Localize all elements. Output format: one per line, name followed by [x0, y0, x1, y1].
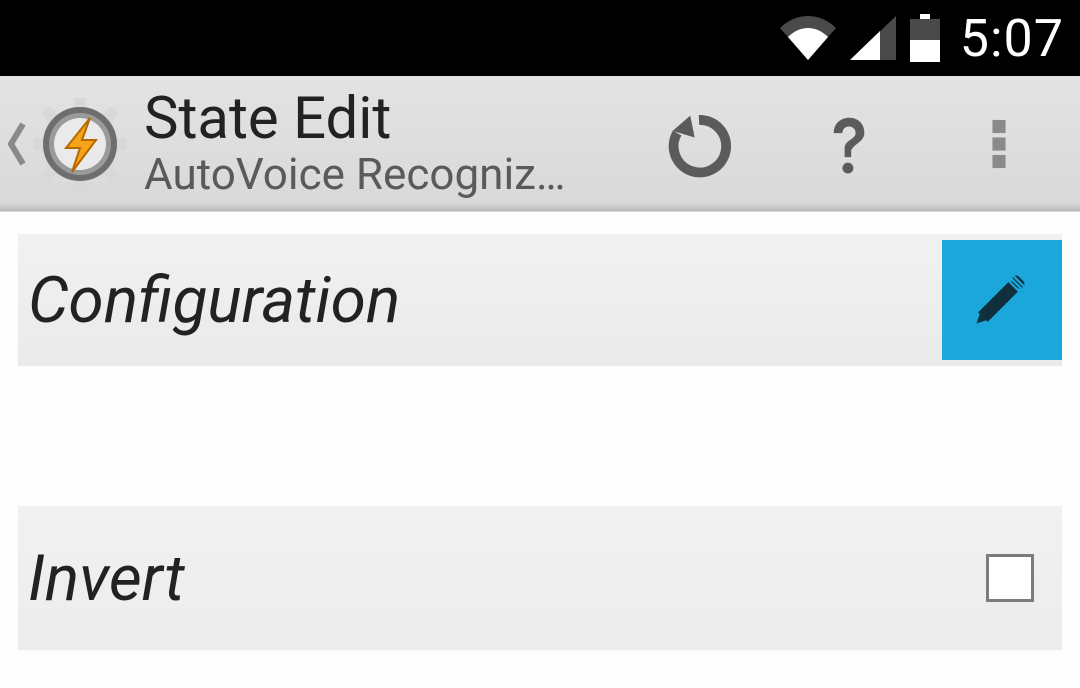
tasker-app-icon[interactable] — [30, 94, 130, 194]
wifi-icon — [780, 16, 836, 60]
page-subtitle: AutoVoice Recogniz… — [144, 150, 564, 198]
invert-checkbox[interactable] — [986, 554, 1034, 602]
content-area: Configuration Inv — [0, 234, 1080, 650]
undo-button[interactable] — [624, 76, 774, 212]
page-title: State Edit — [144, 89, 564, 150]
overflow-menu-button[interactable] — [924, 76, 1074, 212]
action-bar: State Edit AutoVoice Recogniz… — [0, 76, 1080, 212]
action-bar-titles: State Edit AutoVoice Recogniz… — [144, 89, 564, 198]
configuration-label: Configuration — [28, 263, 400, 338]
status-time: 5:07 — [960, 8, 1064, 69]
invert-row[interactable]: Invert — [18, 506, 1062, 650]
invert-label: Invert — [28, 541, 185, 616]
status-bar: 5:07 — [0, 0, 1080, 76]
edit-configuration-button[interactable] — [942, 240, 1062, 360]
status-icons — [780, 14, 940, 62]
battery-icon — [910, 14, 940, 62]
help-button[interactable] — [774, 76, 924, 212]
back-button[interactable] — [6, 122, 28, 166]
configuration-section: Configuration — [18, 234, 1062, 366]
pencil-icon — [966, 262, 1038, 338]
cell-signal-icon — [850, 16, 896, 60]
